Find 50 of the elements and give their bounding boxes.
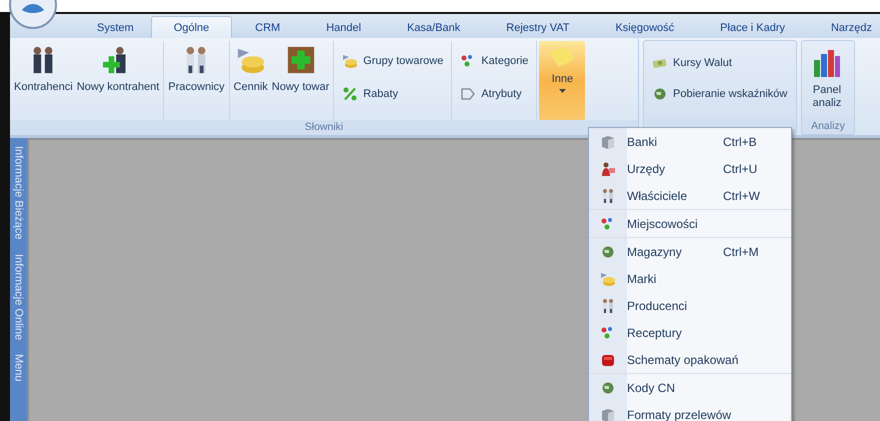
box-add-icon [286, 45, 316, 75]
ribbon-tab[interactable]: Księgowość [592, 16, 698, 38]
cube-icon [600, 134, 616, 150]
ribbon-tab[interactable]: Kasa/Bank [384, 16, 484, 38]
ribbon-button[interactable]: Nowy towar [270, 41, 332, 120]
ribbon-button[interactable]: Nowy kontrahent [74, 41, 162, 120]
person-icon [600, 160, 616, 176]
coins-icon [600, 270, 616, 286]
caret-icon [558, 89, 566, 93]
menu-item[interactable]: Marki [589, 265, 791, 292]
menu-item[interactable]: Producenci [589, 292, 791, 319]
ribbon-tab[interactable]: CRM [232, 16, 304, 38]
menu-item[interactable]: Urzędy Ctrl+U [589, 155, 791, 182]
ribbon-tab[interactable]: Rejestry VAT [483, 16, 592, 38]
globe-icon [600, 244, 616, 260]
ribbon-button[interactable]: Atrybuty [458, 84, 530, 104]
ribbon-button[interactable]: Panel analiz [804, 44, 850, 119]
menu-item[interactable]: Miejscowości [589, 210, 791, 237]
menu-item[interactable]: Właściciele Ctrl+W [589, 182, 791, 209]
menu-item[interactable]: Receptury [589, 319, 791, 346]
globe-icon [652, 86, 668, 102]
menu-item[interactable]: Kody CN [589, 374, 791, 401]
ribbon-tab[interactable]: System [80, 16, 151, 38]
bar-chart-icon [813, 48, 841, 78]
menu-item[interactable]: Schematy opakowań [589, 346, 791, 373]
ribbon-button[interactable]: Pracownicy [166, 41, 227, 120]
ribbon-tab[interactable]: Narzędz [808, 16, 880, 38]
people-icon [600, 188, 616, 204]
menu-item[interactable]: Formaty przelewów [589, 401, 791, 421]
ribbon-button[interactable]: Kursy Walut [650, 53, 790, 74]
coins-icon [342, 53, 358, 70]
note-icon [547, 45, 578, 69]
ribbon-button[interactable]: Rabaty [340, 84, 446, 104]
cube-icon [600, 406, 616, 421]
tag-icon [460, 86, 476, 102]
percent-icon [342, 86, 358, 102]
ribbon-tab[interactable]: Płace i Kadry [697, 16, 808, 38]
ribbon-tab[interactable]: Handel [303, 16, 384, 38]
ribbon-button[interactable]: Kontrahenci [12, 41, 75, 120]
people-icon [600, 298, 616, 314]
menu-item[interactable]: Magazyny Ctrl+M [589, 238, 791, 265]
dropdown-button[interactable]: Inne [539, 41, 586, 120]
ribbon-tab[interactable]: Ogólne [150, 16, 232, 38]
ribbon-button[interactable]: Grupy towarowe [340, 51, 446, 72]
group-label: Analizy [802, 119, 854, 134]
group-label: Słowniki [10, 120, 638, 135]
ribbon-button[interactable]: Kategorie [458, 51, 530, 72]
ribbon-button[interactable]: Pobieranie wskaźników [650, 84, 790, 104]
globe-icon [600, 380, 616, 396]
ribbon-button[interactable]: Cennik [232, 41, 270, 120]
